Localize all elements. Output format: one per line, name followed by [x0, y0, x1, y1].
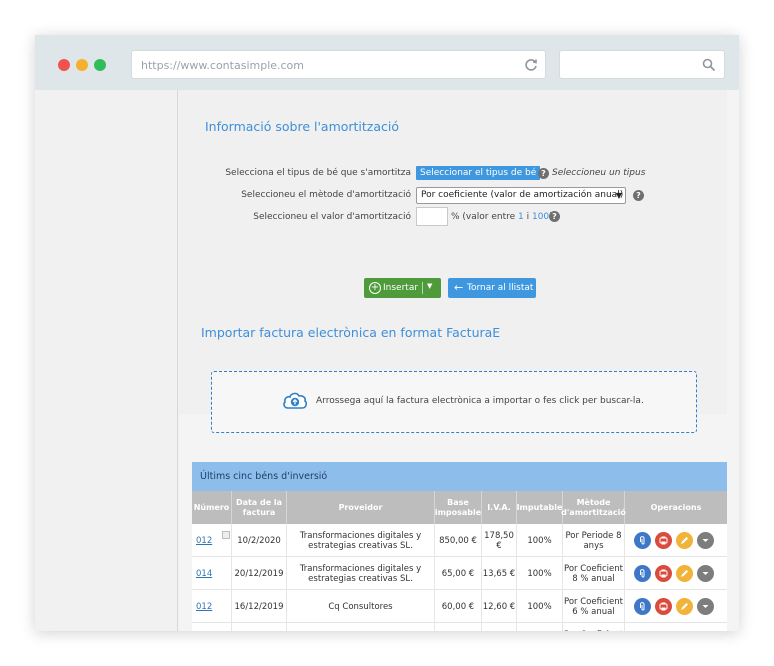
- pencil-icon[interactable]: [676, 565, 693, 582]
- import-title: Importar factura electrònica en format F…: [201, 325, 501, 340]
- method-label: Seleccioneu el mètode d'amortització: [241, 190, 411, 200]
- recent-assets-table: Últims cinc béns d'inversió Número Data …: [192, 462, 727, 631]
- row-imputable: 100%: [517, 590, 563, 623]
- refresh-icon[interactable]: [523, 57, 539, 73]
- row-base: 80,00 €: [435, 623, 482, 631]
- type-help-text: Seleccioneu un tipus: [552, 168, 646, 178]
- table-header: Número Data de la factura Proveidor Base…: [192, 491, 727, 524]
- pdf-icon[interactable]: [655, 598, 672, 615]
- content-divider: [177, 90, 178, 631]
- browser-search-bar[interactable]: [559, 50, 725, 79]
- caret-down-icon[interactable]: ▼: [427, 282, 432, 290]
- row-checkbox[interactable]: [222, 531, 230, 539]
- drop-zone-text: Arrossega aquí la factura electrònica a …: [316, 396, 644, 406]
- header-base[interactable]: Base imposable: [435, 491, 482, 524]
- table-row: 014 20/12/2019 Transformaciones digitales …: [192, 557, 727, 590]
- select-type-button[interactable]: Seleccionar el tipus de bé: [416, 166, 541, 180]
- row-provider: Cq Consultores: [287, 623, 435, 631]
- minimize-window-button[interactable]: [76, 59, 88, 71]
- method-select[interactable]: Por coeficiente (valor de amortización a…: [416, 187, 626, 204]
- row-provider: Transformaciones digitales y estrategias…: [287, 524, 435, 557]
- table-caption: Últims cinc béns d'inversió: [192, 462, 727, 491]
- close-window-button[interactable]: [58, 59, 70, 71]
- table-row: 0913/11/2019Cq Consultores80,00 €16,80 €…: [192, 623, 727, 631]
- row-imputable: 100%: [517, 524, 563, 557]
- row-method: Por Coeficient 6 % anual: [563, 590, 625, 623]
- row-imputable: 100%: [517, 623, 563, 631]
- insert-label: Insertar: [383, 283, 419, 293]
- header-date[interactable]: Data de la factura: [232, 491, 287, 524]
- row-date: 20/12/2019: [232, 557, 287, 590]
- row-date: 16/12/2019: [232, 590, 287, 623]
- pencil-icon[interactable]: [676, 598, 693, 615]
- header-operations: Operacions: [650, 502, 702, 512]
- row-base: 65,00 €: [435, 557, 482, 590]
- chevron-down-icon: ▼: [615, 191, 622, 200]
- method-select-value: Por coeficiente (valor de amortización a…: [421, 190, 624, 200]
- chevron-down-icon[interactable]: [697, 598, 714, 615]
- back-label: Tornar al llistat: [467, 283, 534, 293]
- button-separator: [422, 282, 423, 294]
- row-provider: Cq Consultores: [287, 590, 435, 623]
- address-bar[interactable]: https://www.contasimple.com: [131, 50, 546, 79]
- help-icon[interactable]: ?: [538, 168, 549, 179]
- row-date: 13/11/2019: [232, 623, 287, 631]
- chevron-down-icon[interactable]: [697, 532, 714, 549]
- row-base: 60,00 €: [435, 590, 482, 623]
- type-label: Selecciona el tipus de bé que s'amortitz…: [225, 168, 411, 178]
- value-label: Seleccioneu el valor d'amortització: [253, 212, 411, 222]
- amortization-panel: [177, 90, 727, 414]
- header-iva[interactable]: I.V.A.: [482, 491, 517, 524]
- paperclip-icon[interactable]: [634, 532, 651, 549]
- pencil-icon[interactable]: [676, 532, 693, 549]
- row-base: 850,00 €: [435, 524, 482, 557]
- amortization-value-input[interactable]: [416, 207, 448, 226]
- row-number-link[interactable]: 012: [192, 590, 232, 623]
- insert-button[interactable]: + Insertar ▼: [364, 278, 441, 298]
- row-iva: 16,80 €: [482, 623, 517, 631]
- table-row: 012 10/2/2020 Transformaciones digitales y…: [192, 524, 727, 557]
- paperclip-icon[interactable]: [634, 598, 651, 615]
- row-imputable: 100%: [517, 557, 563, 590]
- row-provider: Transformaciones digitales y estrategias…: [287, 557, 435, 590]
- row-date: 10/2/2020: [232, 524, 287, 557]
- page-content: Informació sobre l'amortització Seleccio…: [35, 90, 739, 631]
- row-number-link[interactable]: 012: [192, 524, 232, 557]
- value-range-hint: % (valor entre 1 i 100): [451, 212, 553, 222]
- paperclip-icon[interactable]: [634, 565, 651, 582]
- back-to-list-button[interactable]: ← Tornar al llistat: [448, 278, 536, 298]
- facturae-drop-zone[interactable]: Arrossega aquí la factura electrònica a …: [211, 371, 697, 433]
- pdf-icon[interactable]: [655, 565, 672, 582]
- help-icon[interactable]: ?: [549, 211, 560, 222]
- browser-window: https://www.contasimple.com Informació s…: [35, 35, 739, 631]
- row-method: Por Coeficient 8 % anual: [563, 557, 625, 590]
- row-iva: 12,60 €: [482, 590, 517, 623]
- row-number-link[interactable]: 09: [192, 623, 232, 631]
- chevron-down-icon[interactable]: [697, 565, 714, 582]
- cloud-upload-icon: [283, 392, 308, 409]
- header-number[interactable]: Número: [192, 491, 232, 524]
- row-iva: 178,50 €: [482, 524, 517, 557]
- pdf-icon[interactable]: [655, 532, 672, 549]
- header-provider[interactable]: Proveidor: [287, 491, 435, 524]
- sidebar: [35, 90, 179, 631]
- maximize-window-button[interactable]: [94, 59, 106, 71]
- row-method: Por Periode 8 anys: [563, 524, 625, 557]
- browser-chrome: https://www.contasimple.com: [35, 35, 739, 90]
- row-iva: 13,65 €: [482, 557, 517, 590]
- table-row: 012 16/12/2019 Cq Consultores 60,00 €12,60 …: [192, 590, 727, 623]
- header-imputable[interactable]: Imputable: [517, 491, 563, 524]
- help-icon[interactable]: ?: [633, 190, 644, 201]
- arrow-left-icon: ←: [454, 281, 464, 294]
- header-method[interactable]: Mètode d'amortització: [561, 491, 626, 524]
- row-number-link[interactable]: 014: [192, 557, 232, 590]
- amortization-title: Informació sobre l'amortització: [205, 119, 400, 134]
- search-icon[interactable]: [702, 58, 716, 72]
- plus-circle-icon: +: [369, 282, 381, 294]
- row-method: Por Coeficient 6 % anual: [563, 623, 625, 631]
- url-text: https://www.contasimple.com: [141, 59, 305, 72]
